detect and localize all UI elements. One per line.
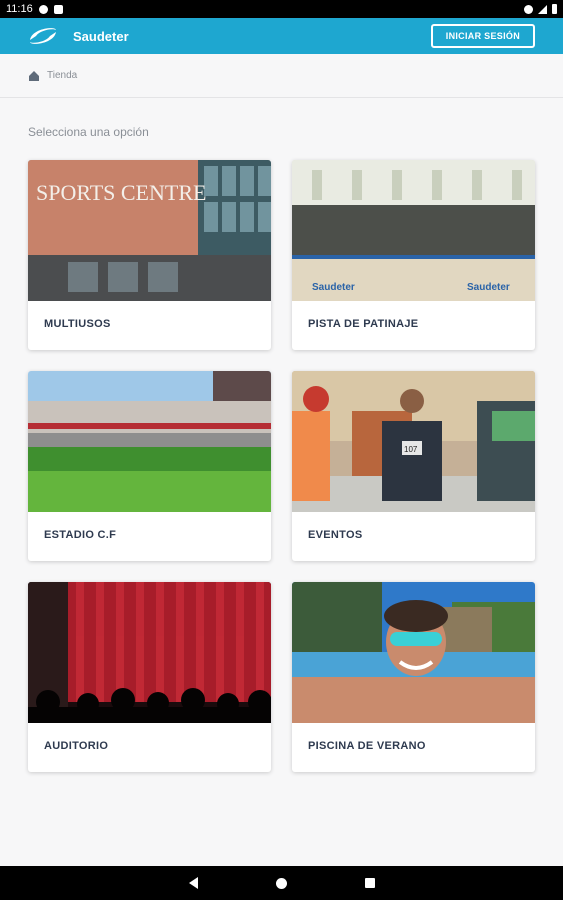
race-bib-number: 107 — [404, 445, 418, 454]
app-title: Saudeter — [73, 28, 129, 44]
option-card-multiusos[interactable]: SPORTS CENTRE MULTIUSOS — [28, 160, 271, 350]
option-card-estadio-cf[interactable]: ESTADIO C.F — [28, 371, 271, 561]
rink-logo-left: Saudeter — [312, 282, 355, 293]
status-time: 11:16 — [6, 3, 33, 15]
option-card-piscina-de-verano[interactable]: PISCINA DE VERANO — [292, 582, 535, 772]
sim-icon — [53, 4, 63, 14]
section-label: Selecciona una opción — [28, 125, 149, 139]
multiusos-image: SPORTS CENTRE — [28, 160, 271, 301]
rink-logo-right: Saudeter — [467, 282, 510, 293]
pista-de-patinaje-image: Saudeter Saudeter — [292, 160, 535, 301]
saudeter-logo[interactable] — [26, 24, 60, 48]
status-bar: 11:16 — [0, 0, 563, 18]
battery-icon — [552, 4, 557, 14]
nav-home-icon[interactable] — [275, 877, 287, 889]
option-title-auditorio: AUDITORIO — [44, 740, 109, 752]
back-icon[interactable] — [188, 877, 198, 889]
eventos-image: 107 — [292, 371, 535, 512]
sports-centre-sign: SPORTS CENTRE — [36, 180, 206, 205]
option-card-auditorio[interactable]: AUDITORIO — [28, 582, 271, 772]
option-title-multiusos: MULTIUSOS — [44, 318, 111, 330]
option-title-eventos: EVENTOS — [308, 529, 363, 541]
auditorio-image — [28, 582, 271, 723]
option-card-eventos[interactable]: 107 EVENTOS — [292, 371, 535, 561]
breadcrumb-tienda[interactable]: Tienda — [47, 70, 77, 81]
option-title-estadio-cf: ESTADIO C.F — [44, 529, 117, 541]
option-title-piscina-de-verano: PISCINA DE VERANO — [308, 740, 426, 752]
estadio-cf-image — [28, 371, 271, 512]
options-grid: SPORTS CENTRE MULTIUSOS Saudeter Saudete… — [28, 160, 535, 772]
login-button[interactable]: INICIAR SESIÓN — [430, 24, 535, 48]
signal-icon — [538, 4, 547, 14]
notification-icon — [38, 4, 48, 14]
recents-icon[interactable] — [364, 878, 375, 888]
piscina-de-verano-image — [292, 582, 535, 723]
breadcrumb: Tienda — [0, 54, 563, 98]
wifi-icon — [524, 4, 533, 14]
home-icon[interactable] — [28, 70, 40, 82]
app-header: Saudeter INICIAR SESIÓN — [0, 18, 563, 54]
option-card-pista-de-patinaje[interactable]: Saudeter Saudeter PISTA DE PATINAJE — [292, 160, 535, 350]
option-title-pista-de-patinaje: PISTA DE PATINAJE — [308, 318, 419, 330]
system-nav-bar — [0, 866, 563, 900]
